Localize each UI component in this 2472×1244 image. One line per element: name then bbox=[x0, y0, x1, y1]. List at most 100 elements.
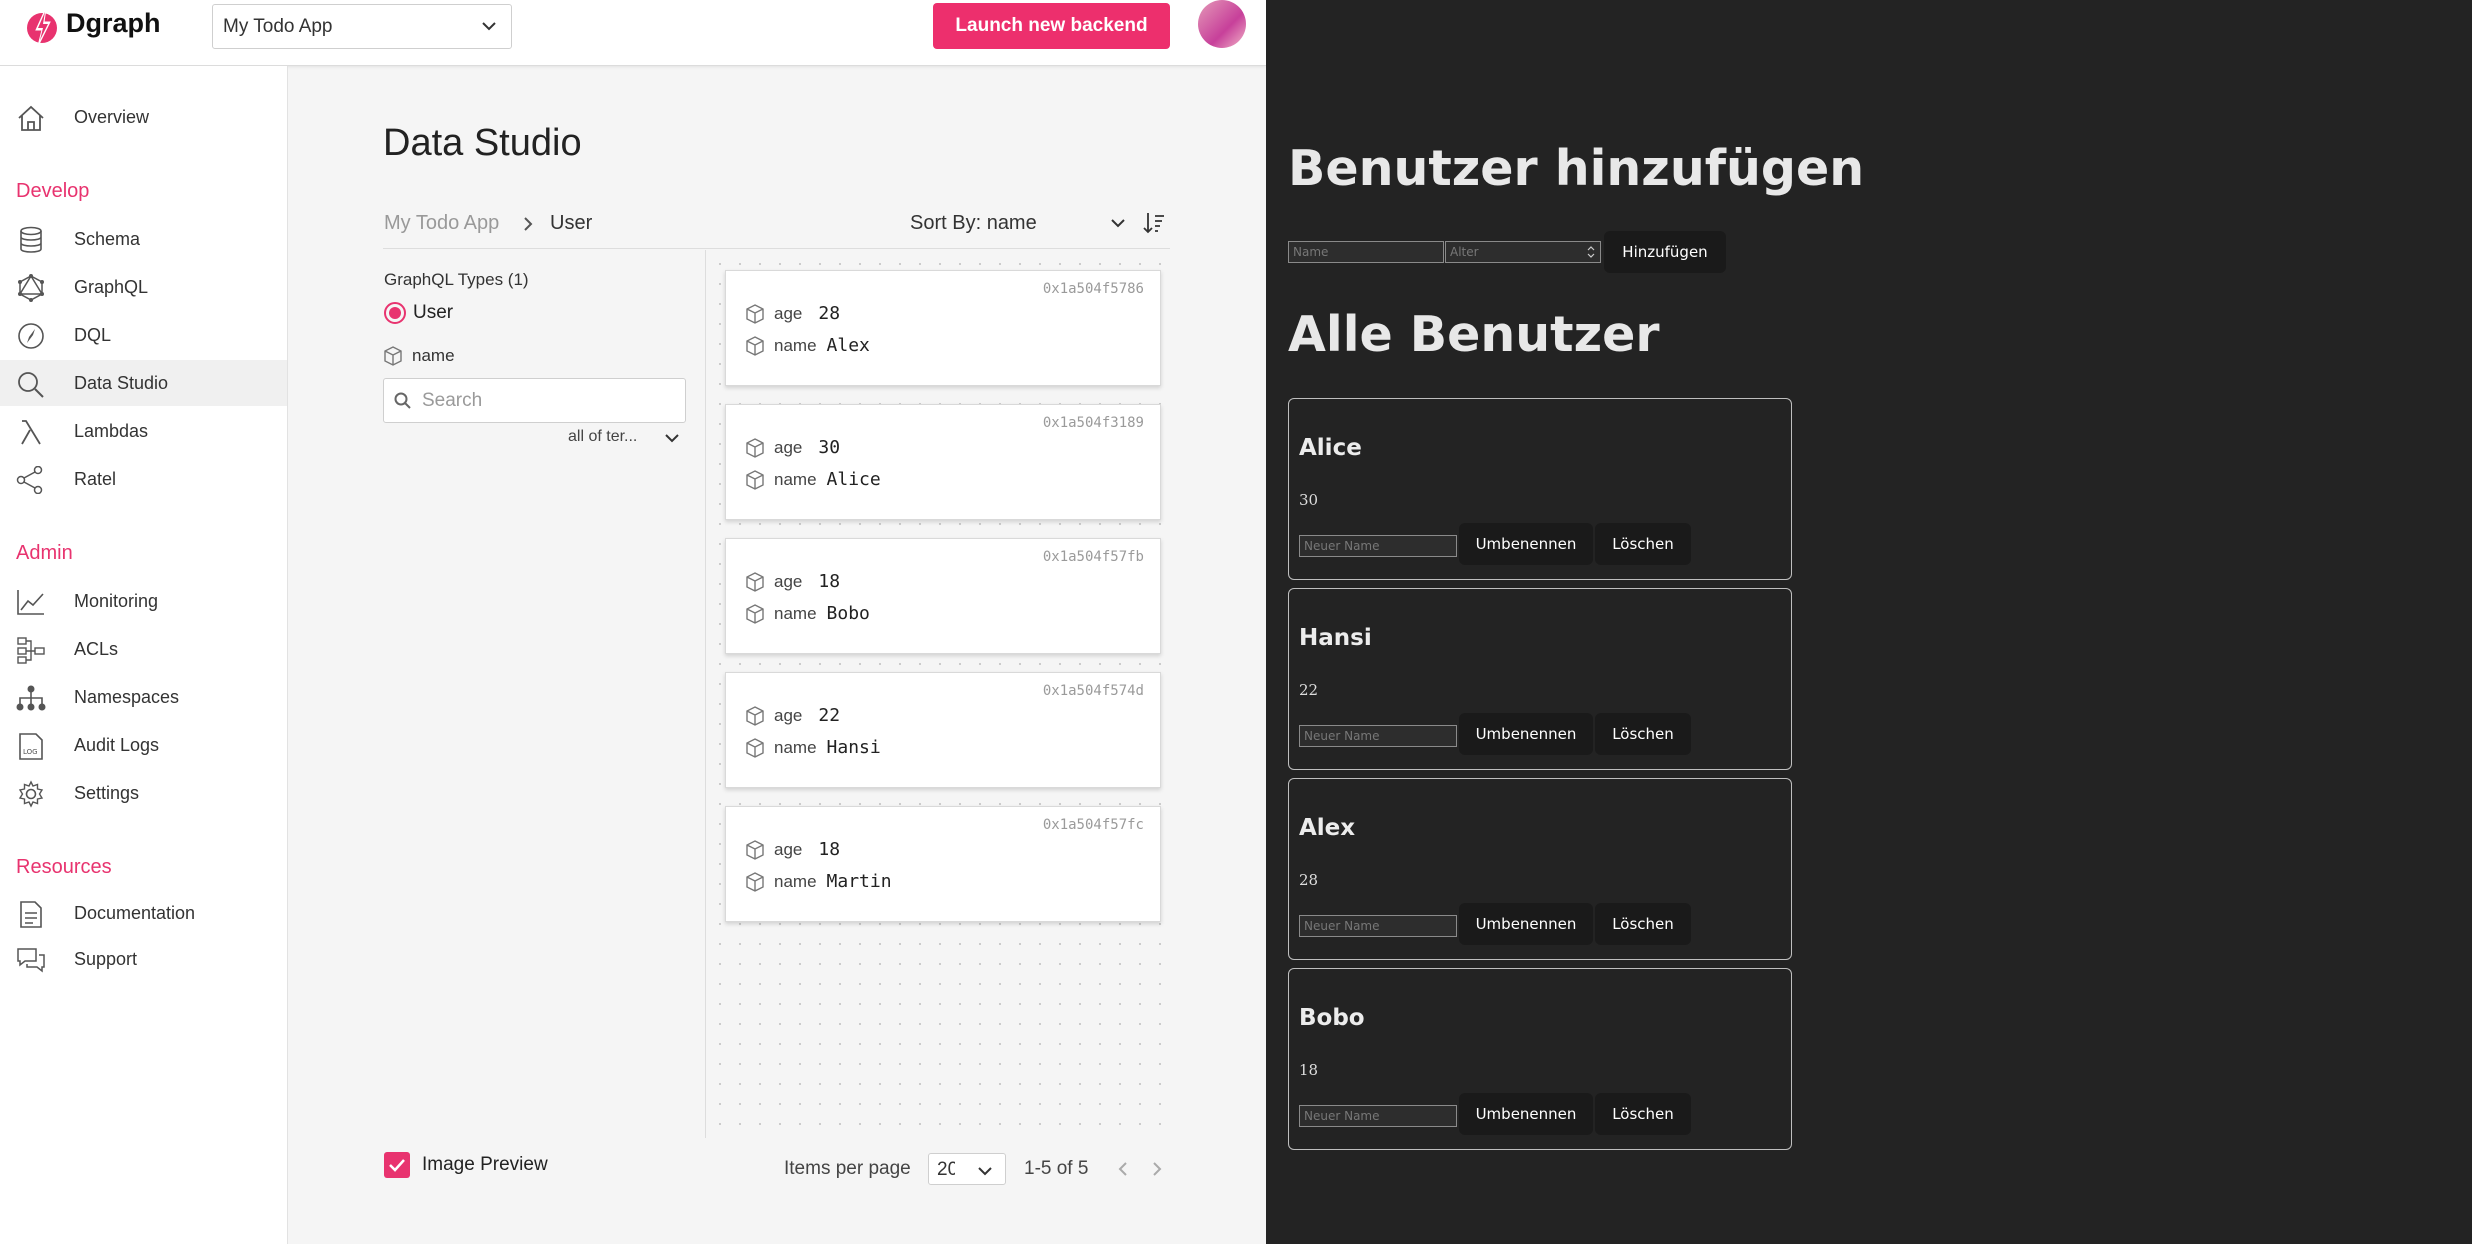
sidebar-item-lambdas[interactable]: Lambdas bbox=[0, 408, 287, 454]
sidebar-item-label: Data Studio bbox=[74, 372, 169, 393]
sidebar-item-namespaces[interactable]: Namespaces bbox=[0, 674, 287, 720]
rename-button[interactable]: Umbenennen bbox=[1459, 713, 1593, 755]
sidebar-item-audit-logs[interactable]: LOG Audit Logs bbox=[0, 722, 287, 768]
new-name-placeholder: Neuer Name bbox=[1304, 539, 1380, 553]
dgraph-logo-icon[interactable] bbox=[24, 4, 60, 48]
cube-icon bbox=[746, 303, 764, 324]
gear-icon bbox=[18, 780, 44, 808]
cube-icon bbox=[746, 437, 764, 458]
sort-order-icon[interactable] bbox=[1143, 211, 1165, 235]
user-age: 22 bbox=[1299, 681, 1319, 699]
image-preview-checkbox[interactable] bbox=[384, 1152, 410, 1178]
field-value: 18 bbox=[818, 839, 841, 860]
sidebar-item-data-studio[interactable]: Data Studio bbox=[0, 360, 287, 406]
chevron-left-icon[interactable] bbox=[1116, 1160, 1130, 1178]
sidebar-item-label: ACLs bbox=[74, 638, 119, 659]
user-name: Hansi bbox=[1299, 625, 1372, 651]
record-field-name: name Alice bbox=[746, 469, 881, 490]
rename-button[interactable]: Umbenennen bbox=[1459, 1093, 1593, 1135]
new-name-input[interactable]: Neuer Name bbox=[1299, 725, 1457, 747]
cube-icon bbox=[746, 737, 764, 758]
sidebar-item-monitoring[interactable]: Monitoring bbox=[0, 578, 287, 624]
record-uid: 0x1a504f57fb bbox=[1042, 549, 1144, 565]
rename-button[interactable]: Umbenennen bbox=[1459, 903, 1593, 945]
sidebar-item-ratel[interactable]: Ratel bbox=[0, 456, 287, 502]
record-card[interactable]: 0x1a504f5786 age 28 name Alex bbox=[725, 270, 1161, 386]
graph-nodes-icon bbox=[16, 466, 43, 494]
name-input[interactable]: Name bbox=[1288, 241, 1444, 263]
lambda-icon bbox=[21, 420, 41, 445]
field-value: Hansi bbox=[826, 737, 881, 758]
breadcrumb-root[interactable]: My Todo App bbox=[384, 212, 499, 235]
chevron-right-icon bbox=[524, 217, 533, 231]
graphql-types-heading: GraphQL Types (1) bbox=[384, 270, 529, 289]
image-preview-label[interactable]: Image Preview bbox=[422, 1154, 548, 1176]
sidebar-item-documentation[interactable]: Documentation bbox=[0, 890, 287, 936]
sidebar-item-support[interactable]: Support bbox=[0, 936, 287, 982]
search-icon bbox=[18, 372, 44, 398]
age-input[interactable]: Alter bbox=[1445, 241, 1601, 263]
type-option-label[interactable]: User bbox=[413, 302, 453, 324]
sidebar-item-settings[interactable]: Settings bbox=[0, 770, 287, 816]
sidebar-item-label: Settings bbox=[74, 782, 140, 803]
record-field-name: name Hansi bbox=[746, 737, 881, 758]
sort-by-select[interactable]: Sort By: name bbox=[910, 212, 1037, 235]
field-value: Alex bbox=[826, 335, 870, 356]
sidebar-item-label: Namespaces bbox=[74, 686, 180, 707]
cube-icon bbox=[746, 839, 764, 860]
items-per-page-select[interactable]: 20 bbox=[928, 1153, 1006, 1185]
items-per-page-value: 20 bbox=[937, 1159, 955, 1180]
dgraph-app: Dgraph My Todo App Launch new backend Ov… bbox=[0, 0, 1266, 1244]
sidebar-item-overview[interactable]: Overview bbox=[0, 94, 287, 140]
delete-button[interactable]: Löschen bbox=[1595, 523, 1691, 565]
user-age: 18 bbox=[1299, 1061, 1319, 1079]
record-field-age: age 18 bbox=[746, 839, 840, 860]
field-value: Martin bbox=[826, 871, 892, 892]
record-field-age: age 18 bbox=[746, 571, 840, 592]
page-title: Data Studio bbox=[383, 122, 582, 164]
rename-button[interactable]: Umbenennen bbox=[1459, 523, 1593, 565]
field-label: name bbox=[774, 871, 817, 891]
record-card[interactable]: 0x1a504f57fc age 18 name Martin bbox=[725, 806, 1161, 922]
chevron-right-icon[interactable] bbox=[1150, 1160, 1164, 1178]
field-value: 30 bbox=[818, 437, 841, 458]
chevron-down-icon[interactable] bbox=[1110, 217, 1126, 229]
record-card[interactable]: 0x1a504f574d age 22 name Hansi bbox=[725, 672, 1161, 788]
search-input[interactable]: Search bbox=[383, 378, 686, 423]
record-field-name: name Alex bbox=[746, 335, 870, 356]
record-field-age: age 28 bbox=[746, 303, 840, 324]
user-age: 30 bbox=[1299, 491, 1319, 509]
field-label: age bbox=[774, 705, 803, 725]
field-value: 22 bbox=[818, 705, 841, 726]
field-value: 18 bbox=[818, 571, 841, 592]
sidebar-item-label: Lambdas bbox=[74, 420, 149, 441]
spinner-arrows-icon[interactable] bbox=[1586, 245, 1596, 259]
new-name-placeholder: Neuer Name bbox=[1304, 919, 1380, 933]
sidebar-item-acls[interactable]: ACLs bbox=[0, 626, 287, 672]
record-card[interactable]: 0x1a504f57fb age 18 name Bobo bbox=[725, 538, 1161, 654]
filter-mode-select[interactable]: all of ter... bbox=[568, 428, 637, 446]
delete-button[interactable]: Löschen bbox=[1595, 903, 1691, 945]
record-card[interactable]: 0x1a504f3189 age 30 name Alice bbox=[725, 404, 1161, 520]
backend-select[interactable]: My Todo App bbox=[212, 4, 512, 49]
sidebar-item-graphql[interactable]: GraphQL bbox=[0, 264, 287, 310]
chevron-down-icon[interactable] bbox=[664, 432, 680, 444]
new-name-input[interactable]: Neuer Name bbox=[1299, 915, 1457, 937]
home-icon bbox=[18, 105, 44, 131]
new-name-input[interactable]: Neuer Name bbox=[1299, 535, 1457, 557]
cube-icon bbox=[746, 705, 764, 726]
launch-backend-button[interactable]: Launch new backend bbox=[933, 3, 1170, 49]
delete-button[interactable]: Löschen bbox=[1595, 1093, 1691, 1135]
sidebar-item-schema[interactable]: Schema bbox=[0, 216, 287, 262]
new-name-input[interactable]: Neuer Name bbox=[1299, 1105, 1457, 1127]
cube-icon bbox=[384, 346, 402, 366]
field-label: name bbox=[774, 335, 817, 355]
section-resources: Resources bbox=[16, 856, 112, 878]
add-user-button[interactable]: Hinzufügen bbox=[1604, 231, 1726, 273]
log-file-icon: LOG bbox=[19, 733, 43, 760]
delete-button[interactable]: Löschen bbox=[1595, 713, 1691, 755]
sidebar-item-dql[interactable]: DQL bbox=[0, 312, 287, 358]
avatar[interactable] bbox=[1198, 0, 1246, 48]
items-per-page-label: Items per page bbox=[784, 1158, 911, 1179]
type-radio[interactable] bbox=[384, 302, 406, 324]
